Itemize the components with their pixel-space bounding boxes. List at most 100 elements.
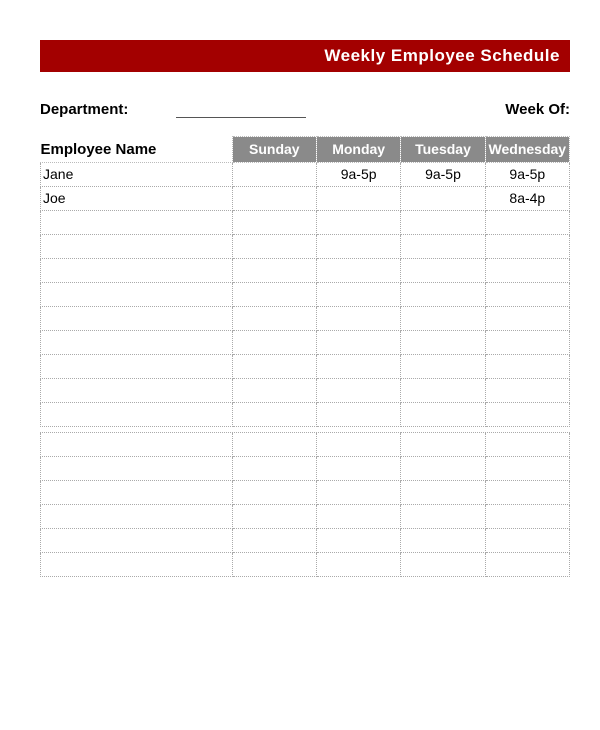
schedule-cell[interactable] xyxy=(401,456,485,480)
employee-name-cell[interactable] xyxy=(41,258,233,282)
schedule-cell[interactable] xyxy=(232,210,316,234)
employee-name-cell[interactable] xyxy=(41,306,233,330)
schedule-cell[interactable] xyxy=(485,282,569,306)
department-label: Department: xyxy=(40,101,136,118)
schedule-cell[interactable] xyxy=(316,306,400,330)
schedule-cell[interactable] xyxy=(316,552,400,576)
employee-name-cell[interactable] xyxy=(41,504,233,528)
schedule-cell[interactable] xyxy=(232,186,316,210)
table-row xyxy=(41,354,570,378)
schedule-cell[interactable] xyxy=(316,234,400,258)
schedule-cell[interactable] xyxy=(401,552,485,576)
schedule-cell[interactable] xyxy=(485,234,569,258)
schedule-cell[interactable] xyxy=(232,456,316,480)
schedule-cell[interactable] xyxy=(485,480,569,504)
schedule-cell[interactable] xyxy=(316,432,400,456)
schedule-cell[interactable] xyxy=(232,432,316,456)
schedule-cell[interactable] xyxy=(485,306,569,330)
schedule-cell[interactable] xyxy=(485,378,569,402)
schedule-cell[interactable] xyxy=(401,480,485,504)
schedule-cell[interactable] xyxy=(485,456,569,480)
employee-name-cell[interactable] xyxy=(41,210,233,234)
table-row xyxy=(41,306,570,330)
schedule-cell[interactable] xyxy=(401,258,485,282)
employee-name-cell[interactable] xyxy=(41,282,233,306)
schedule-cell[interactable] xyxy=(316,282,400,306)
schedule-cell[interactable] xyxy=(232,306,316,330)
schedule-cell[interactable]: 9a-5p xyxy=(401,162,485,186)
schedule-cell[interactable] xyxy=(316,210,400,234)
schedule-cell[interactable] xyxy=(232,234,316,258)
schedule-cell[interactable] xyxy=(401,330,485,354)
schedule-cell[interactable] xyxy=(316,378,400,402)
employee-name-cell[interactable] xyxy=(41,234,233,258)
col-day-0: Sunday xyxy=(232,137,316,163)
table-row xyxy=(41,456,570,480)
schedule-cell[interactable] xyxy=(401,504,485,528)
schedule-cell[interactable] xyxy=(316,330,400,354)
employee-name-cell[interactable] xyxy=(41,528,233,552)
schedule-cell[interactable] xyxy=(316,186,400,210)
employee-name-cell[interactable] xyxy=(41,480,233,504)
schedule-cell[interactable] xyxy=(232,330,316,354)
employee-name-cell[interactable] xyxy=(41,456,233,480)
schedule-cell[interactable] xyxy=(401,402,485,426)
schedule-cell[interactable] xyxy=(316,354,400,378)
schedule-cell[interactable] xyxy=(485,354,569,378)
col-day-1: Monday xyxy=(316,137,400,163)
col-day-2: Tuesday xyxy=(401,137,485,163)
schedule-cell[interactable] xyxy=(232,528,316,552)
schedule-cell[interactable] xyxy=(485,552,569,576)
schedule-cell[interactable] xyxy=(232,480,316,504)
schedule-cell[interactable] xyxy=(232,552,316,576)
employee-name-cell[interactable] xyxy=(41,330,233,354)
schedule-cell[interactable] xyxy=(485,330,569,354)
schedule-cell[interactable] xyxy=(232,402,316,426)
schedule-cell[interactable] xyxy=(401,186,485,210)
schedule-cell[interactable] xyxy=(401,210,485,234)
table-row xyxy=(41,282,570,306)
schedule-cell[interactable] xyxy=(485,432,569,456)
schedule-cell[interactable] xyxy=(232,162,316,186)
schedule-cell[interactable] xyxy=(401,432,485,456)
table-row xyxy=(41,432,570,456)
table-row xyxy=(41,402,570,426)
schedule-cell[interactable] xyxy=(316,456,400,480)
schedule-cell[interactable] xyxy=(485,210,569,234)
employee-name-cell[interactable] xyxy=(41,378,233,402)
schedule-cell[interactable] xyxy=(401,528,485,552)
schedule-cell[interactable] xyxy=(232,354,316,378)
schedule-cell[interactable] xyxy=(401,282,485,306)
schedule-cell[interactable] xyxy=(316,504,400,528)
schedule-cell[interactable] xyxy=(485,504,569,528)
table-row xyxy=(41,552,570,576)
schedule-cell[interactable] xyxy=(401,354,485,378)
department-input[interactable] xyxy=(176,100,306,118)
employee-name-cell[interactable] xyxy=(41,552,233,576)
employee-name-cell[interactable]: Jane xyxy=(41,162,233,186)
schedule-cell[interactable] xyxy=(316,480,400,504)
schedule-cell[interactable] xyxy=(401,378,485,402)
schedule-cell[interactable] xyxy=(485,258,569,282)
employee-name-cell[interactable] xyxy=(41,402,233,426)
schedule-cell[interactable]: 8a-4p xyxy=(485,186,569,210)
schedule-cell[interactable] xyxy=(316,528,400,552)
schedule-cell[interactable] xyxy=(316,402,400,426)
employee-name-cell[interactable]: Joe xyxy=(41,186,233,210)
schedule-cell[interactable] xyxy=(316,258,400,282)
schedule-cell[interactable] xyxy=(401,306,485,330)
schedule-cell[interactable] xyxy=(232,282,316,306)
employee-name-cell[interactable] xyxy=(41,354,233,378)
schedule-cell[interactable] xyxy=(232,378,316,402)
schedule-cell[interactable]: 9a-5p xyxy=(316,162,400,186)
table-row: Jane9a-5p9a-5p9a-5p xyxy=(41,162,570,186)
schedule-cell[interactable] xyxy=(485,402,569,426)
table-row xyxy=(41,504,570,528)
schedule-cell[interactable] xyxy=(232,258,316,282)
employee-name-cell[interactable] xyxy=(41,432,233,456)
schedule-cell[interactable] xyxy=(232,504,316,528)
table-row xyxy=(41,258,570,282)
schedule-cell[interactable] xyxy=(485,528,569,552)
schedule-cell[interactable] xyxy=(401,234,485,258)
schedule-cell[interactable]: 9a-5p xyxy=(485,162,569,186)
